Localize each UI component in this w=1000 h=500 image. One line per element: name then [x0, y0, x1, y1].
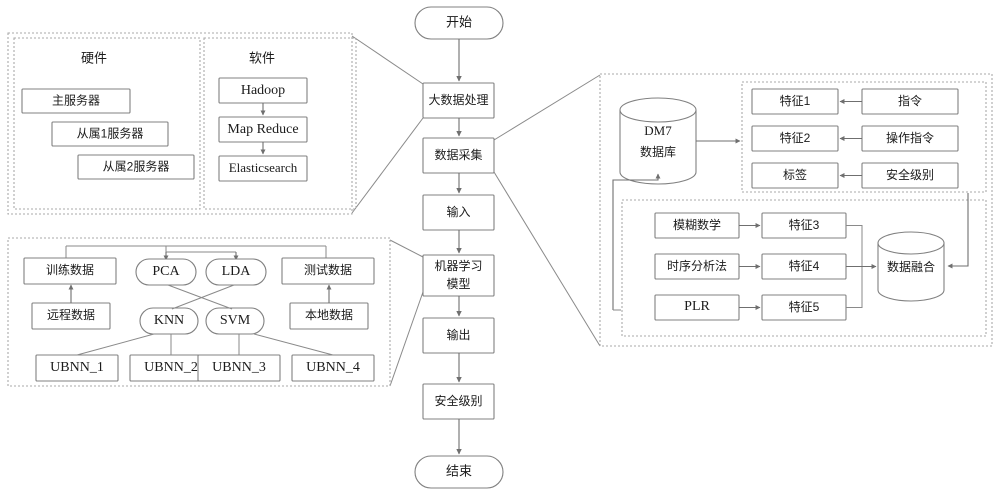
node-data-fusion[interactable]: 数据融合: [877, 231, 945, 302]
node-slave2-server-label: 从属2服务器: [103, 159, 170, 174]
node-ml-model-label-line2: 模型: [446, 277, 470, 291]
model-panel: 训练数据 测试数据 远程数据 本地数据 PCA LDA KNN SVM UBNN…: [7, 237, 391, 387]
data-panel: DM7 数据库 特征1 指令 特征2 操作指令 标签 安全级别 模糊数学 特征3…: [599, 73, 993, 347]
node-dm7-database-name: DM7: [644, 123, 672, 138]
node-plr-label: PLR: [684, 299, 710, 314]
node-ubnn-3-label: UBNN_3: [212, 360, 266, 375]
node-fuzzy-math-label: 模糊数学: [673, 217, 721, 232]
node-data-collection-label: 数据采集: [434, 147, 482, 162]
node-data-fusion-label: 数据融合: [887, 259, 935, 274]
node-operation-instruction-label: 操作指令: [886, 130, 934, 145]
flowchart-diagram: 硬件 主服务器 从属1服务器 从属2服务器 软件 Hadoop Map Redu…: [0, 0, 1000, 500]
node-local-data-label: 本地数据: [305, 307, 353, 322]
node-instruction-label: 指令: [898, 93, 922, 108]
node-output-label: 输出: [446, 327, 470, 342]
node-security-level-source-label: 安全级别: [886, 167, 934, 182]
node-slave1-server-label: 从属1服务器: [77, 126, 144, 141]
main-flow-column: 开始 大数据处理 数据采集 输入 机器学习 模型 输出 安全级别 结束: [414, 6, 504, 489]
node-svm-label: SVM: [220, 313, 251, 328]
node-test-data-label: 测试数据: [304, 262, 352, 277]
node-feature-3-label: 特征3: [789, 217, 820, 232]
node-feature-5-label: 特征5: [789, 299, 820, 314]
node-dm7-database-label: 数据库: [640, 144, 676, 159]
node-train-data-label: 训练数据: [46, 262, 94, 277]
node-ubnn-4-label: UBNN_4: [306, 360, 360, 375]
node-pca-label: PCA: [152, 264, 180, 279]
node-big-data-processing-label: 大数据处理: [428, 92, 488, 107]
hardware-title: 硬件: [81, 50, 107, 65]
node-ubnn-1-label: UBNN_1: [50, 360, 104, 375]
node-time-series-analysis-label: 时序分析法: [667, 258, 727, 273]
node-lda-label: LDA: [222, 264, 252, 279]
node-ubnn-2-label: UBNN_2: [144, 360, 198, 375]
diagram-canvas: 硬件 主服务器 从属1服务器 从属2服务器 软件 Hadoop Map Redu…: [7, 6, 993, 489]
node-map-reduce-label: Map Reduce: [227, 122, 298, 137]
node-input-label: 输入: [446, 204, 470, 219]
feature-group-a: 特征1 指令 特征2 操作指令 标签 安全级别: [741, 81, 987, 193]
software-title: 软件: [249, 50, 275, 65]
node-hadoop-label: Hadoop: [241, 83, 285, 98]
node-start-label: 开始: [446, 14, 472, 29]
node-end-label: 结束: [446, 463, 472, 478]
node-dm7-database[interactable]: DM7 数据库: [619, 97, 697, 185]
node-label-tag-label: 标签: [783, 167, 807, 182]
node-feature-2-label: 特征2: [780, 130, 811, 145]
node-feature-1-label: 特征1: [780, 93, 811, 108]
hardware-group: 硬件 主服务器 从属1服务器 从属2服务器: [13, 37, 201, 210]
feature-group-b: 模糊数学 特征3 时序分析法 特征4 PLR 特征5 数据融合: [621, 199, 987, 337]
node-elasticsearch-label: Elasticsearch: [229, 160, 298, 175]
node-ml-model-label-line1: 机器学习: [434, 258, 482, 273]
node-security-level-label: 安全级别: [434, 393, 482, 408]
node-feature-4-label: 特征4: [789, 258, 820, 273]
software-group: 软件 Hadoop Map Reduce Elasticsearch: [203, 37, 357, 210]
platform-panel: 硬件 主服务器 从属1服务器 从属2服务器 软件 Hadoop Map Redu…: [7, 32, 357, 215]
node-master-server-label: 主服务器: [52, 93, 100, 108]
node-knn-label: KNN: [154, 313, 184, 328]
node-remote-data-label: 远程数据: [47, 307, 95, 322]
